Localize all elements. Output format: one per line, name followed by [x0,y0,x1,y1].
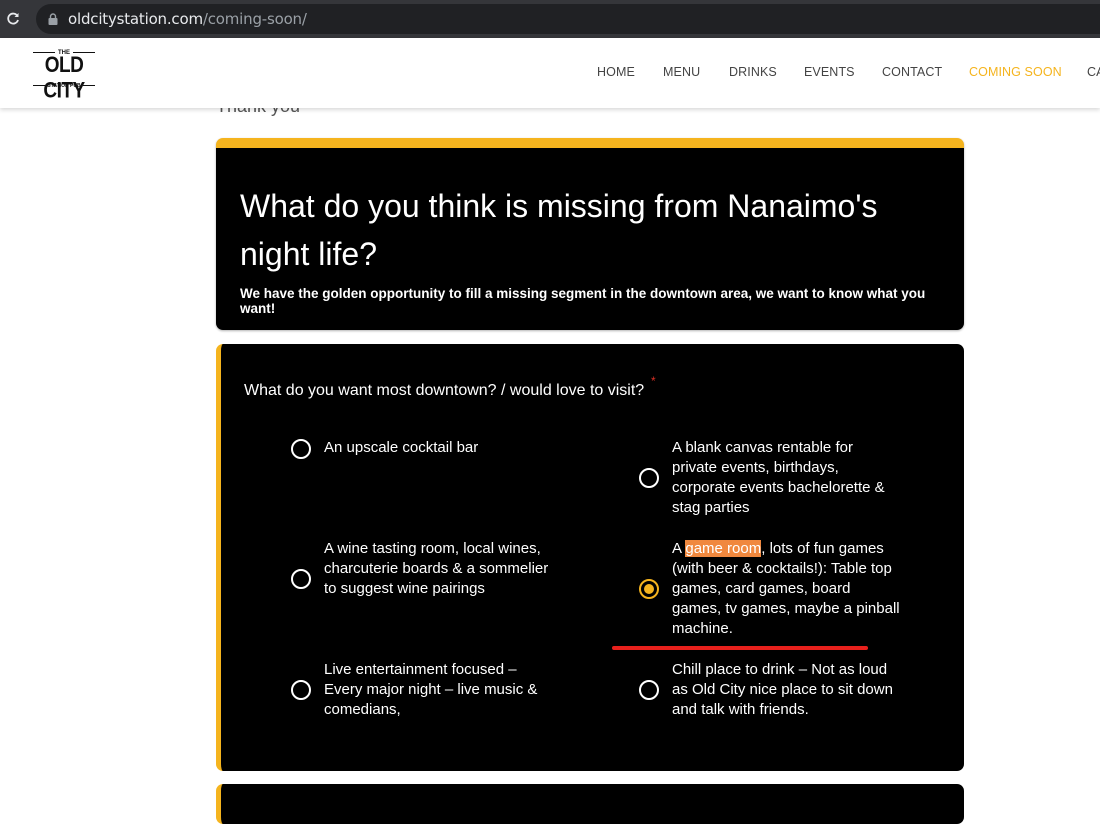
form-description: We have the golden opportunity to fill a… [240,286,926,316]
logo-name: OLD CITY [43,53,85,104]
option-game-room[interactable]: A game room, lots of fun games (with bee… [639,539,909,639]
nav-drinks[interactable]: DRINKS [729,65,777,79]
question-card: What do you want most downtown? / would … [216,344,964,771]
radio-button[interactable] [291,569,311,589]
option-cocktail-bar[interactable]: An upscale cocktail bar [291,438,551,478]
search-highlight: game room [685,540,762,557]
url-path: /coming-soon/ [202,10,307,28]
address-bar[interactable]: oldcitystation.com/coming-soon/ [36,4,1100,34]
option-chill-place[interactable]: Chill place to drink – Not as loud as Ol… [639,660,909,722]
url-domain: oldcitystation.com [68,10,203,28]
url-text: oldcitystation.com/coming-soon/ [68,10,307,28]
nav-contact[interactable]: CONTACT [882,65,942,79]
option-label: Chill place to drink – Not as loud as Ol… [672,661,893,718]
site-header: THE OLD CITY STATION PUB HOME MENU DRINK… [0,38,1100,108]
option-live-entertainment[interactable]: Live entertainment focused – Every major… [291,660,551,722]
option-blank-canvas[interactable]: A blank canvas rentable for private even… [639,438,909,520]
nav-home[interactable]: HOME [597,65,635,79]
option-label: Live entertainment focused – Every major… [324,661,538,718]
red-underline-annotation [612,646,868,650]
option-label: A wine tasting room, local wines, charcu… [324,540,549,597]
lock-icon[interactable] [48,13,58,25]
nav-ca-truncated[interactable]: CA [1087,65,1100,79]
option-label: A game room, lots of fun games (with bee… [672,539,902,639]
form-title: What do you think is missing from Nanaim… [240,188,878,272]
radio-button[interactable] [639,680,659,700]
nav-events[interactable]: EVENTS [804,65,855,79]
option-label: A blank canvas rentable for private even… [672,439,885,516]
browser-toolbar: oldcitystation.com/coming-soon/ [0,0,1100,38]
label-prefix: A [672,540,686,557]
question-text: What do you want most downtown? / would … [244,382,645,399]
option-label: An upscale cocktail bar [324,439,479,456]
nav-menu[interactable]: MENU [663,65,700,79]
option-wine-tasting[interactable]: A wine tasting room, local wines, charcu… [291,539,551,621]
radio-button[interactable] [291,439,311,459]
site-logo[interactable]: THE OLD CITY STATION PUB [30,50,98,103]
nav-coming-soon[interactable]: COMING SOON [969,65,1062,79]
radio-button[interactable] [291,680,311,700]
form-header-card: What do you think is missing from Nanaim… [216,138,964,330]
radio-button-selected[interactable] [639,579,659,599]
next-question-card [216,784,964,824]
reload-icon[interactable] [6,12,20,26]
required-asterisk: * [651,374,656,388]
radio-button[interactable] [639,468,659,488]
logo-subtitle: STATION PUB [30,83,98,89]
